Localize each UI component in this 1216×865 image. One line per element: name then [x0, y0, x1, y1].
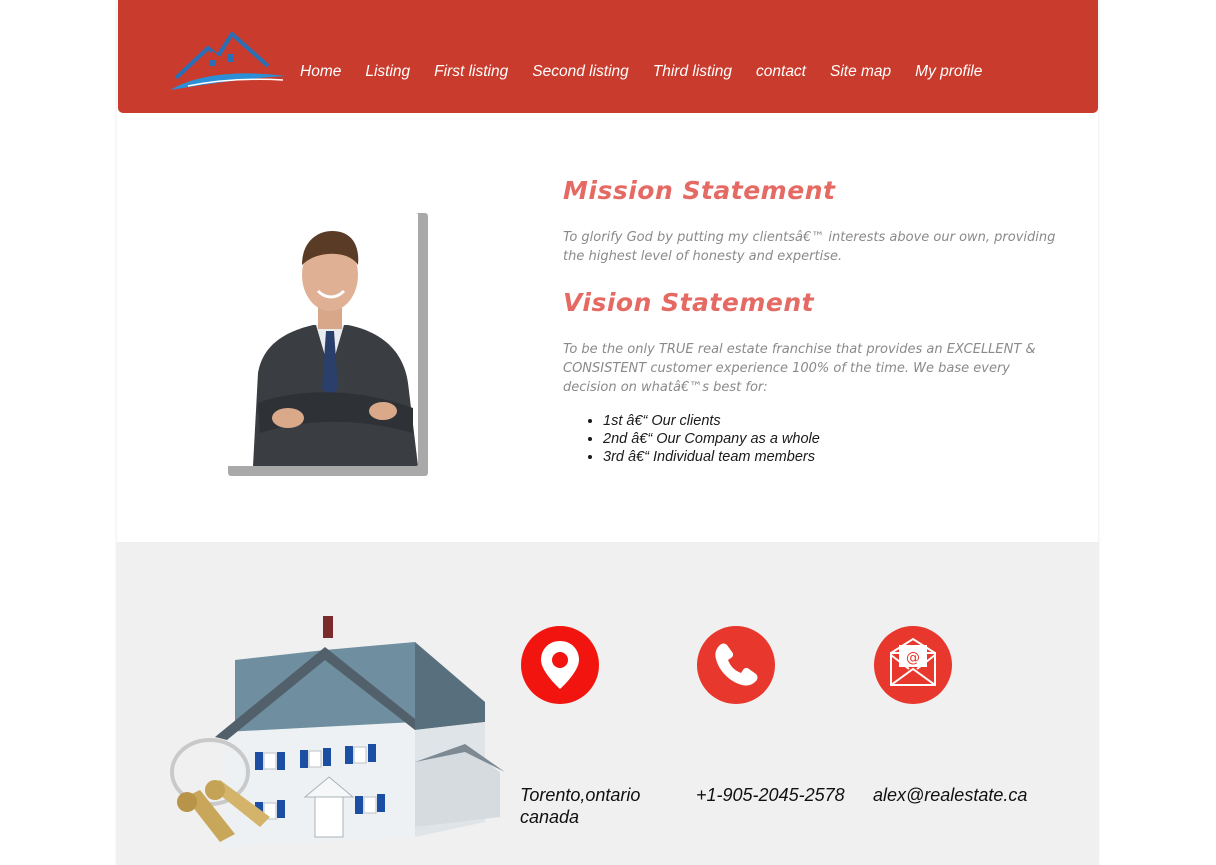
- profile-photo: [218, 213, 418, 466]
- contact-phone[interactable]: +1-905-2045-2578: [696, 784, 845, 806]
- contact-address: Torento,ontario canada: [520, 784, 640, 828]
- nav-my-profile[interactable]: My profile: [915, 62, 982, 82]
- list-item: 2nd â€“ Our Company as a whole: [603, 430, 820, 448]
- nav-listing[interactable]: Listing: [365, 62, 410, 82]
- vision-text: To be the only TRUE real estate franchis…: [563, 342, 1036, 395]
- nav-site-map[interactable]: Site map: [830, 62, 891, 82]
- svg-text:@: @: [906, 650, 920, 666]
- nav-contact[interactable]: contact: [756, 62, 806, 82]
- list-item: 3rd â€“ Individual team members: [603, 448, 820, 466]
- main-nav: Home Listing First listing Second listin…: [300, 62, 1006, 82]
- priority-list: 1st â€“ Our clients 2nd â€“ Our Company …: [603, 412, 820, 466]
- address-line-1: Torento,ontario: [520, 785, 641, 805]
- nav-home[interactable]: Home: [300, 62, 341, 82]
- site-logo[interactable]: [168, 26, 288, 96]
- vision-title: Vision Statement: [563, 288, 815, 317]
- nav-first-listing[interactable]: First listing: [434, 62, 508, 82]
- profile-photo-frame: [218, 213, 428, 476]
- mission-text: To glorify God by putting my clientsâ€™ …: [563, 230, 1056, 264]
- list-item: 1st â€“ Our clients: [603, 412, 820, 430]
- email-envelope-icon: @: [874, 626, 952, 704]
- mission-title: Mission Statement: [563, 176, 836, 205]
- location-pin-icon: [521, 626, 599, 704]
- contact-email[interactable]: alex@realestate.ca: [873, 784, 1027, 806]
- phone-icon: [697, 626, 775, 704]
- nav-third-listing[interactable]: Third listing: [653, 62, 732, 82]
- house-with-keys-image: [170, 616, 505, 847]
- address-line-2: canada: [520, 807, 580, 827]
- nav-second-listing[interactable]: Second listing: [532, 62, 629, 82]
